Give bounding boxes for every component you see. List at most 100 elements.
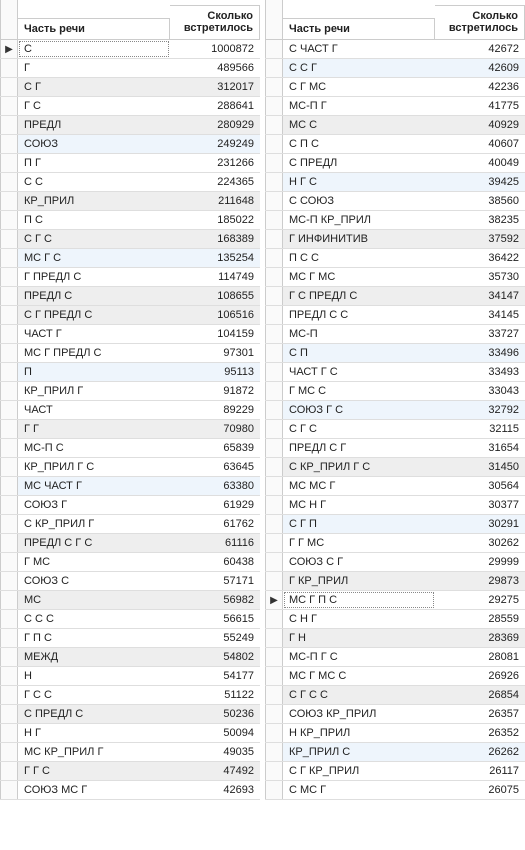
cell-count[interactable]: 38235 [435, 211, 525, 229]
cell-part-of-speech[interactable]: Г [18, 59, 170, 77]
cell-count[interactable]: 40607 [435, 135, 525, 153]
cell-part-of-speech[interactable]: СОЮЗ С [18, 572, 170, 590]
table-row[interactable]: МС ЧАСТ Г63380 [0, 477, 260, 496]
cell-part-of-speech[interactable]: МС-П Г С [283, 648, 435, 666]
table-row[interactable]: С С224365 [0, 173, 260, 192]
table-row[interactable]: Н Г50094 [0, 724, 260, 743]
cell-part-of-speech[interactable]: МС-П Г [283, 97, 435, 115]
cell-part-of-speech[interactable]: Н КР_ПРИЛ [283, 724, 435, 742]
cell-count[interactable]: 50094 [170, 724, 260, 742]
column-header-part-of-speech[interactable]: Часть речи [283, 18, 435, 39]
cell-count[interactable]: 168389 [170, 230, 260, 248]
column-header-count[interactable]: Сколько встретилось [170, 5, 260, 39]
table-row[interactable]: СОЮЗ С Г29999 [265, 553, 525, 572]
cell-count[interactable]: 33496 [435, 344, 525, 362]
table-row[interactable]: КР_ПРИЛ С26262 [265, 743, 525, 762]
table-row[interactable]: Г ПРЕДЛ С114749 [0, 268, 260, 287]
cell-count[interactable]: 288641 [170, 97, 260, 115]
table-row[interactable]: П С185022 [0, 211, 260, 230]
cell-count[interactable]: 65839 [170, 439, 260, 457]
cell-part-of-speech[interactable]: Н [18, 667, 170, 685]
table-row[interactable]: ПРЕДЛ С С34145 [265, 306, 525, 325]
table-row[interactable]: ▶МС Г П С29275 [265, 591, 525, 610]
cell-part-of-speech[interactable]: С С [18, 173, 170, 191]
cell-part-of-speech[interactable]: С ПРЕДЛ С [18, 705, 170, 723]
table-row[interactable]: МЕЖД54802 [0, 648, 260, 667]
table-row[interactable]: МС Г МС С26926 [265, 667, 525, 686]
cell-count[interactable]: 40929 [435, 116, 525, 134]
cell-part-of-speech[interactable]: С МС Г [283, 781, 435, 799]
cell-count[interactable]: 33043 [435, 382, 525, 400]
cell-count[interactable]: 97301 [170, 344, 260, 362]
cell-part-of-speech[interactable]: КР_ПРИЛ С [283, 743, 435, 761]
table-row[interactable]: С П33496 [265, 344, 525, 363]
cell-part-of-speech[interactable]: С ПРЕДЛ [283, 154, 435, 172]
cell-part-of-speech[interactable]: МС Н Г [283, 496, 435, 514]
table-row[interactable]: СОЮЗ249249 [0, 135, 260, 154]
cell-count[interactable]: 224365 [170, 173, 260, 191]
table-row[interactable]: С КР_ПРИЛ Г С31450 [265, 458, 525, 477]
table-row[interactable]: Г Г70980 [0, 420, 260, 439]
cell-part-of-speech[interactable]: С Г С С [283, 686, 435, 704]
table-row[interactable]: С Н Г28559 [265, 610, 525, 629]
table-row[interactable]: С МС Г26075 [265, 781, 525, 800]
cell-count[interactable]: 50236 [170, 705, 260, 723]
table-row[interactable]: Г С С51122 [0, 686, 260, 705]
cell-count[interactable]: 36422 [435, 249, 525, 267]
cell-part-of-speech[interactable]: Г МС [18, 553, 170, 571]
cell-part-of-speech[interactable]: МС КР_ПРИЛ Г [18, 743, 170, 761]
table-row[interactable]: С Г КР_ПРИЛ26117 [265, 762, 525, 781]
cell-count[interactable]: 38560 [435, 192, 525, 210]
cell-count[interactable]: 40049 [435, 154, 525, 172]
cell-count[interactable]: 56615 [170, 610, 260, 628]
cell-count[interactable]: 34147 [435, 287, 525, 305]
cell-count[interactable]: 312017 [170, 78, 260, 96]
cell-count[interactable]: 26117 [435, 762, 525, 780]
cell-part-of-speech[interactable]: С [18, 40, 170, 58]
cell-part-of-speech[interactable]: МС ЧАСТ Г [18, 477, 170, 495]
cell-count[interactable]: 31450 [435, 458, 525, 476]
table-row[interactable]: СОЮЗ КР_ПРИЛ26357 [265, 705, 525, 724]
cell-part-of-speech[interactable]: МС-П [283, 325, 435, 343]
cell-part-of-speech[interactable]: СОЮЗ Г С [283, 401, 435, 419]
cell-count[interactable]: 56982 [170, 591, 260, 609]
table-row[interactable]: С Г312017 [0, 78, 260, 97]
cell-count[interactable]: 29873 [435, 572, 525, 590]
table-row[interactable]: МС-П КР_ПРИЛ38235 [265, 211, 525, 230]
cell-count[interactable]: 63645 [170, 458, 260, 476]
cell-count[interactable]: 135254 [170, 249, 260, 267]
table-row[interactable]: КР_ПРИЛ Г91872 [0, 382, 260, 401]
cell-part-of-speech[interactable]: С Г МС [283, 78, 435, 96]
cell-part-of-speech[interactable]: Г С [18, 97, 170, 115]
table-row[interactable]: С С Г42609 [265, 59, 525, 78]
cell-part-of-speech[interactable]: ПРЕДЛ С [18, 287, 170, 305]
cell-part-of-speech[interactable]: СОЮЗ КР_ПРИЛ [283, 705, 435, 723]
cell-part-of-speech[interactable]: П С [18, 211, 170, 229]
cell-count[interactable]: 489566 [170, 59, 260, 77]
table-row[interactable]: С СОЮЗ38560 [265, 192, 525, 211]
cell-part-of-speech[interactable]: Г Н [283, 629, 435, 647]
cell-part-of-speech[interactable]: КР_ПРИЛ Г [18, 382, 170, 400]
table-row[interactable]: ПРЕДЛ С Г31654 [265, 439, 525, 458]
cell-part-of-speech[interactable]: С П С [283, 135, 435, 153]
cell-count[interactable]: 32115 [435, 420, 525, 438]
cell-count[interactable]: 42236 [435, 78, 525, 96]
table-row[interactable]: С ПРЕДЛ40049 [265, 154, 525, 173]
cell-count[interactable]: 30564 [435, 477, 525, 495]
table-row[interactable]: С П С40607 [265, 135, 525, 154]
cell-count[interactable]: 26357 [435, 705, 525, 723]
cell-part-of-speech[interactable]: МЕЖД [18, 648, 170, 666]
cell-part-of-speech[interactable]: С СОЮЗ [283, 192, 435, 210]
table-row[interactable]: МС МС Г30564 [265, 477, 525, 496]
cell-part-of-speech[interactable]: С Г С [283, 420, 435, 438]
cell-count[interactable]: 49035 [170, 743, 260, 761]
cell-part-of-speech[interactable]: СОЮЗ Г [18, 496, 170, 514]
table-row[interactable]: ▶С1000872 [0, 40, 260, 59]
cell-part-of-speech[interactable]: С Г ПРЕДЛ С [18, 306, 170, 324]
cell-part-of-speech[interactable]: С Г [18, 78, 170, 96]
table-row[interactable]: С Г П30291 [265, 515, 525, 534]
cell-count[interactable]: 114749 [170, 268, 260, 286]
cell-count[interactable]: 211648 [170, 192, 260, 210]
table-row[interactable]: СОЮЗ Г С32792 [265, 401, 525, 420]
cell-count[interactable]: 57171 [170, 572, 260, 590]
